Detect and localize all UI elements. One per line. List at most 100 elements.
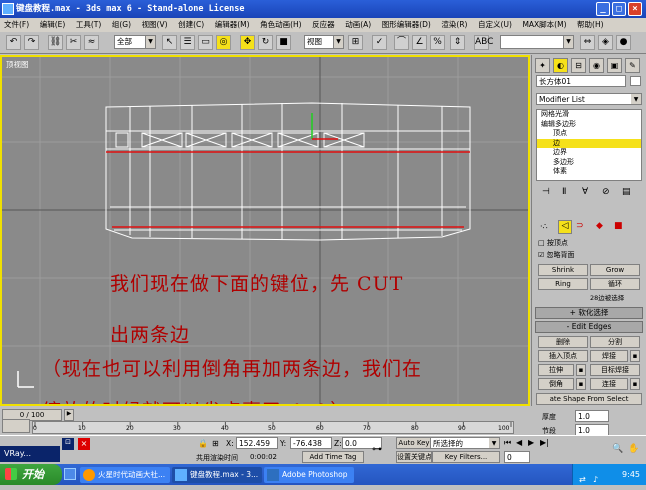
key-filters-button[interactable]: Key Filters... xyxy=(432,451,500,463)
element-mode-icon[interactable]: ■ xyxy=(614,221,623,231)
minimize-button[interactable]: _ xyxy=(596,2,610,16)
undo-icon[interactable]: ↶ xyxy=(6,35,21,50)
modifier-stack[interactable]: 网格光滑 编辑多边形 顶点 边 边界 多边形 体素 xyxy=(536,109,642,181)
auto-key-button[interactable]: Auto Key xyxy=(396,437,432,449)
close-button[interactable]: × xyxy=(628,2,642,16)
named-selection-dropdown[interactable]: ▼ xyxy=(500,35,574,49)
maximize-button[interactable]: □ xyxy=(612,2,626,16)
menu-group[interactable]: 组(G) xyxy=(108,18,135,32)
loop-button[interactable]: 循环 xyxy=(590,278,640,290)
play-icon[interactable]: ▶ xyxy=(528,438,534,447)
y-coordinate-field[interactable]: -76.438 xyxy=(290,437,332,449)
modify-tab-icon[interactable]: ◐ xyxy=(553,58,568,73)
ring-button[interactable]: Ring xyxy=(538,278,588,290)
pin-stack-icon[interactable]: ⊣ xyxy=(542,187,550,197)
taskbar-item-forum[interactable]: 火星时代动画大社... xyxy=(80,467,170,483)
thickness-field[interactable]: 1.0 xyxy=(575,410,609,422)
object-name-field[interactable]: 长方体01 xyxy=(536,75,626,87)
window-crossing-icon[interactable]: ◎ xyxy=(216,35,231,50)
menu-help[interactable]: 帮助(H) xyxy=(573,18,608,32)
menu-animation[interactable]: 动画(A) xyxy=(341,18,375,32)
show-desktop-icon[interactable] xyxy=(64,468,76,480)
polygon-mode-icon[interactable]: ◆ xyxy=(596,221,603,231)
taskbar-item-photoshop[interactable]: Adobe Photoshop xyxy=(264,467,354,483)
create-tab-icon[interactable]: ✦ xyxy=(535,58,550,73)
motion-tab-icon[interactable]: ◉ xyxy=(589,58,604,73)
select-manipulate-icon[interactable]: ✓ xyxy=(372,35,387,50)
snap-toggle-icon[interactable]: ⌒ xyxy=(394,35,409,50)
utilities-tab-icon[interactable]: ✎ xyxy=(625,58,640,73)
rectangular-selection-icon[interactable]: ▭ xyxy=(198,35,213,50)
lock-selection-icon[interactable]: 🔒 xyxy=(198,439,208,448)
vray-listener-button[interactable]: VRay... xyxy=(0,446,60,462)
display-tab-icon[interactable]: ▣ xyxy=(607,58,622,73)
chamfer-button[interactable]: 倒角 xyxy=(538,378,574,390)
current-frame-field[interactable]: 0 xyxy=(504,451,530,463)
weld-button[interactable]: 焊接 xyxy=(590,350,628,362)
taskbar-item-3dsmax[interactable]: 键盘教程.max - 3... xyxy=(172,467,262,483)
stack-item-border[interactable]: 边界 xyxy=(537,148,641,158)
vertex-mode-icon[interactable]: ·∴ xyxy=(540,222,554,234)
named-selection-icon[interactable]: ABC xyxy=(474,35,493,50)
stack-item-meshsmooth[interactable]: 网格光滑 xyxy=(537,110,641,120)
start-button[interactable]: 开始 xyxy=(0,464,62,485)
select-object-icon[interactable]: ↖ xyxy=(162,35,177,50)
remove-modifier-icon[interactable]: ⊘ xyxy=(602,187,610,197)
track-bar[interactable]: 0 10 20 30 40 50 60 70 80 90 100 xyxy=(32,421,514,434)
select-by-name-icon[interactable]: ☰ xyxy=(180,35,195,50)
zoom-icon[interactable]: 🔍 xyxy=(612,444,623,454)
network-icon[interactable]: ⇄ xyxy=(579,469,586,490)
menu-modifiers[interactable]: 编辑器(M) xyxy=(211,18,254,32)
prev-frame-icon[interactable]: ◀ xyxy=(516,438,522,447)
shrink-button[interactable]: Shrink xyxy=(538,264,588,276)
ignore-backfacing-checkbox[interactable]: ☑ 忽略背面 xyxy=(538,250,575,260)
x-coordinate-field[interactable]: 152.459 xyxy=(236,437,278,449)
stack-item-element[interactable]: 体素 xyxy=(537,167,641,177)
chamfer-settings-button[interactable]: ▪ xyxy=(576,378,586,390)
hierarchy-tab-icon[interactable]: ⊟ xyxy=(571,58,586,73)
edit-edges-rollout[interactable]: - Edit Edges xyxy=(535,321,643,333)
menu-reactor[interactable]: 反应器 xyxy=(308,18,339,32)
mini-listener[interactable] xyxy=(2,419,30,433)
stack-item-polygon[interactable]: 多边形 xyxy=(537,158,641,168)
insert-vertex-button[interactable]: 插入顶点 xyxy=(538,350,588,362)
extrude-settings-button[interactable]: ▪ xyxy=(576,364,586,376)
object-color-swatch[interactable] xyxy=(630,76,641,86)
select-move-icon[interactable]: ✥ xyxy=(240,35,255,50)
key-mode-icon[interactable]: ⊶ xyxy=(372,444,382,455)
border-mode-icon[interactable]: ⊃ xyxy=(576,221,584,231)
menu-graph-editors[interactable]: 图形编辑器(D) xyxy=(378,18,435,32)
menu-customize[interactable]: 自定义(U) xyxy=(474,18,516,32)
connect-button[interactable]: 连接 xyxy=(590,378,628,390)
add-time-tag-button[interactable]: Add Time Tag xyxy=(302,451,364,463)
vray-icon[interactable]: ⊡ xyxy=(62,438,74,450)
menu-edit[interactable]: 编辑(E) xyxy=(36,18,70,32)
spinner-snap-icon[interactable]: ⇕ xyxy=(450,35,465,50)
absolute-mode-icon[interactable]: ⊞ xyxy=(212,439,219,448)
menu-character[interactable]: 角色动画(H) xyxy=(256,18,306,32)
menu-maxscript[interactable]: MAX脚本(M) xyxy=(518,18,570,32)
next-key-icon[interactable]: ▶| xyxy=(540,438,549,447)
stack-item-edit-poly[interactable]: 编辑多边形 xyxy=(537,120,641,130)
stack-item-edge[interactable]: 边 xyxy=(537,138,641,148)
mirror-icon[interactable]: ⇔ xyxy=(580,35,595,50)
percent-snap-icon[interactable]: % xyxy=(430,35,445,50)
selection-filter-dropdown[interactable]: 全部 ▼ xyxy=(114,35,156,49)
extrude-button[interactable]: 拉伸 xyxy=(538,364,574,376)
menu-create[interactable]: 创建(C) xyxy=(174,18,208,32)
next-frame-icon[interactable]: ▶ xyxy=(64,409,74,421)
show-end-result-icon[interactable]: Ⅱ xyxy=(562,187,566,197)
material-editor-icon[interactable]: ● xyxy=(616,35,631,50)
by-vertex-checkbox[interactable]: □ 按顶点 xyxy=(538,238,568,248)
set-key-button[interactable]: 设置关键点 xyxy=(396,451,432,463)
menu-views[interactable]: 视图(V) xyxy=(138,18,172,32)
weld-settings-button[interactable]: ▪ xyxy=(630,350,640,362)
target-weld-button[interactable]: 目标焊接 xyxy=(590,364,640,376)
split-button[interactable]: 分割 xyxy=(590,336,640,348)
pan-icon[interactable]: ✋ xyxy=(628,444,639,454)
angle-snap-icon[interactable]: ∠ xyxy=(412,35,427,50)
go-to-start-icon[interactable]: ⏮ xyxy=(504,438,511,448)
align-icon[interactable]: ◈ xyxy=(598,35,613,50)
modifier-list-dropdown[interactable]: Modifier List ▼ xyxy=(536,93,642,105)
menu-file[interactable]: 文件(F) xyxy=(0,18,33,32)
